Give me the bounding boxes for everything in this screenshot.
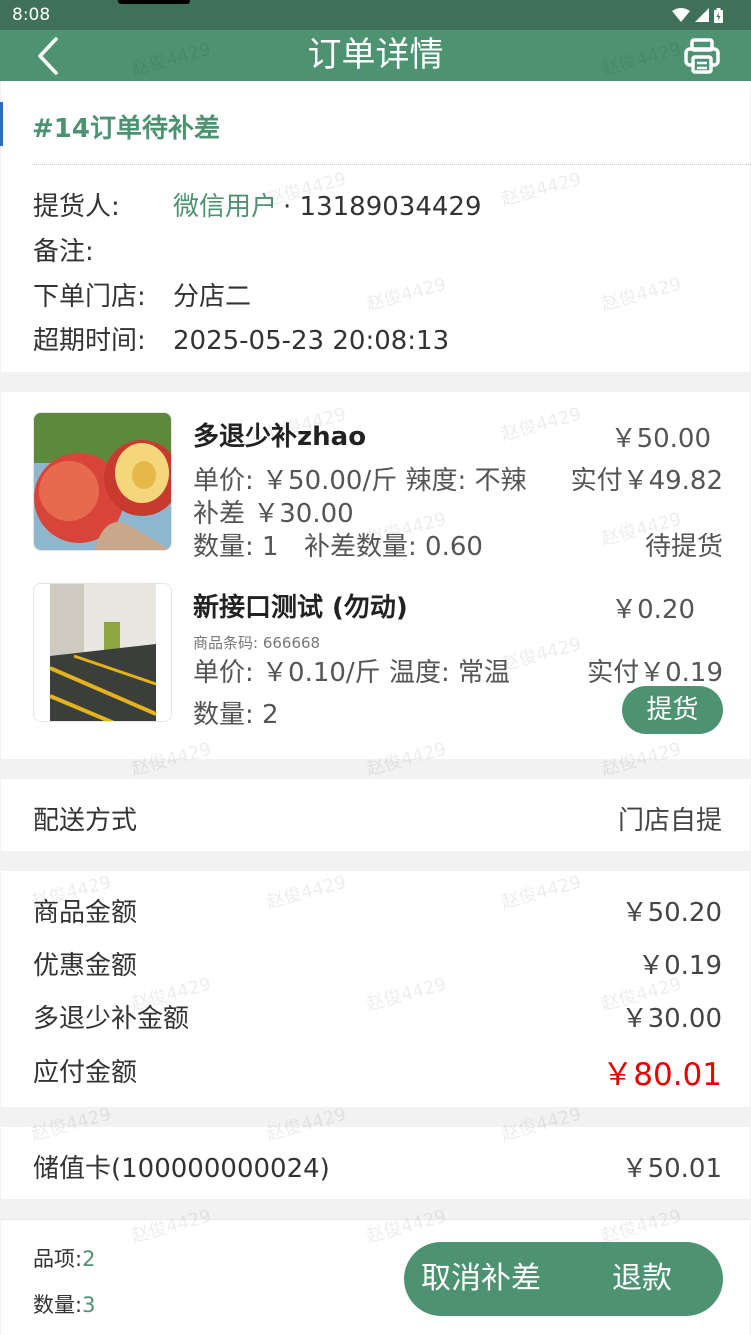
product-image-room[interactable]	[33, 583, 172, 722]
apple-image	[34, 413, 171, 550]
expire-label: 超期时间:	[33, 326, 146, 356]
nav-bar: 订单详情	[0, 30, 751, 81]
expire-value: 2025-05-23 20:08:13	[173, 326, 450, 356]
action-pill: 取消补差 退款	[404, 1242, 723, 1316]
product-price: ￥50.00	[610, 424, 711, 454]
product-qty: 数量: 2	[193, 700, 279, 730]
items-count-value: 2	[82, 1247, 96, 1271]
pickup-person-name[interactable]: 微信用户	[173, 186, 277, 223]
wifi-icon	[672, 8, 690, 22]
product-price: ￥0.20	[611, 595, 695, 625]
product-image-apple[interactable]	[33, 412, 172, 551]
goods-amount-value: ￥50.20	[621, 898, 722, 928]
pickup-button[interactable]: 提货	[622, 686, 723, 734]
product-name: 新接口测试 (勿动)	[193, 593, 408, 623]
store-value: 分店二	[173, 282, 252, 312]
product-barcode: 商品条码: 666668	[193, 634, 321, 652]
product-paid: 实付￥49.82	[570, 466, 723, 496]
battery-icon	[714, 7, 723, 23]
refund-button[interactable]: 退款	[612, 1242, 672, 1316]
printer-icon	[684, 38, 720, 74]
qty-count-label: 数量:	[33, 1293, 83, 1317]
product-unit-price: 单价: ￥50.00/斤 辣度: 不辣	[193, 466, 527, 496]
order-status-title: #14订单待补差	[32, 114, 220, 144]
pickup-person-row: 提货人: 微信用户 · 13189034429	[33, 186, 482, 223]
product-paid: 实付￥0.19	[587, 658, 723, 688]
status-bar: 8:08	[0, 0, 751, 30]
product-qty: 数量: 1	[193, 532, 279, 562]
qty-count-row: 数量:3	[33, 1289, 95, 1319]
items-count-row: 品项:2	[33, 1243, 95, 1273]
remark-row: 备注:	[33, 231, 173, 268]
discount-amount-value: ￥0.19	[638, 951, 722, 981]
store-label: 下单门店:	[33, 282, 146, 312]
delivery-label: 配送方式	[33, 806, 138, 836]
cancel-diff-button[interactable]: 取消补差	[421, 1242, 541, 1316]
goods-amount-label: 商品金额	[33, 898, 138, 928]
remark-label: 备注:	[33, 237, 94, 267]
product-status-badge: 待提货	[644, 532, 723, 562]
pickup-person-phone: · 13189034429	[283, 192, 482, 222]
expire-row: 超期时间: 2025-05-23 20:08:13	[33, 320, 449, 357]
product-unit-price: 单价: ￥0.10/斤 温度: 常温	[193, 658, 510, 688]
divider	[32, 164, 751, 165]
page-title: 订单详情	[307, 35, 444, 75]
product-diff-qty: 补差数量: 0.60	[304, 532, 483, 562]
scroll-indicator	[0, 102, 3, 146]
payable-amount-label: 应付金额	[33, 1058, 138, 1088]
room-image	[34, 584, 171, 721]
items-count-label: 品项:	[33, 1247, 83, 1271]
qty-count-value: 3	[82, 1293, 96, 1317]
signal-icon	[695, 8, 709, 22]
status-icons	[672, 7, 723, 23]
store-row: 下单门店: 分店二	[33, 276, 251, 313]
camera-notch	[118, 0, 190, 4]
product-diff-amount: 补差 ￥30.00	[193, 499, 354, 529]
diff-amount-value: ￥30.00	[621, 1004, 722, 1034]
discount-amount-label: 优惠金额	[33, 951, 138, 981]
print-button[interactable]	[683, 37, 721, 75]
delivery-value: 门店自提	[617, 806, 722, 836]
pickup-person-label: 提货人:	[33, 192, 120, 222]
payable-amount-value: ￥80.01	[602, 1057, 722, 1093]
payment-method-label: 储值卡(100000000024)	[33, 1154, 330, 1184]
status-time: 8:08	[12, 5, 51, 25]
diff-amount-label: 多退少补金额	[33, 1004, 190, 1034]
payment-method-value: ￥50.01	[621, 1154, 722, 1184]
product-name: 多退少补zhao	[193, 422, 367, 452]
